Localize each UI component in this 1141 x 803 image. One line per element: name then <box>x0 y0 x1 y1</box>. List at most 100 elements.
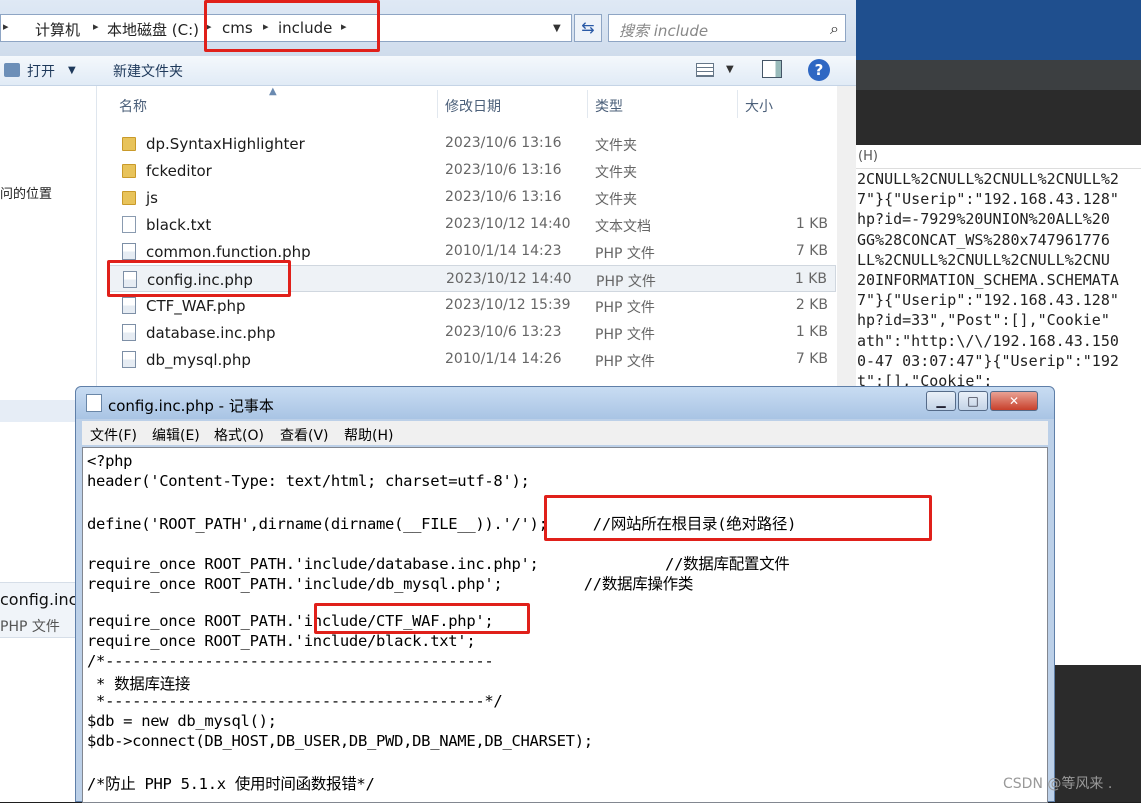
code-line: require_once ROOT_PATH.'include/database… <box>87 555 790 573</box>
file-size: 7 KB <box>795 351 828 367</box>
file-name: black.txt <box>146 216 212 234</box>
php-file-icon <box>122 351 136 368</box>
close-button[interactable]: ✕ <box>990 391 1038 411</box>
file-size: 2 KB <box>795 297 828 313</box>
file-name: db_mysql.php <box>146 351 251 369</box>
code-line: require_once ROOT_PATH.'include/db_mysql… <box>87 575 694 593</box>
file-explorer-window: ▸ 计算机 ▸ 本地磁盘 (C:) ▸ cms ▸ include ▸ ▼ ⇆ … <box>0 0 856 400</box>
column-header-type[interactable]: 类型 <box>595 96 623 116</box>
selected-file-name: config.inc <box>0 590 78 609</box>
command-bar: 打开 ▼ 新建文件夹 ▼ ? <box>0 56 856 86</box>
file-size: 1 KB <box>795 324 828 340</box>
php-file-icon <box>122 297 136 314</box>
sort-ascending-icon: ▲ <box>269 86 277 97</box>
folder-icon <box>122 164 136 178</box>
chevron-down-icon[interactable]: ▼ <box>553 23 561 34</box>
breadcrumb-computer[interactable]: 计算机 <box>35 19 80 40</box>
new-folder-button[interactable]: 新建文件夹 <box>113 61 183 81</box>
code-line: * 数据库连接 <box>87 675 191 693</box>
notepad-titlebar[interactable]: config.inc.php - 记事本 ▁ □ ✕ <box>76 387 1054 419</box>
file-row[interactable]: db_mysql.php 2010/1/14 14:26 PHP 文件 7 KB <box>108 346 836 373</box>
highlight-box-ctf-waf <box>314 603 530 634</box>
nav-item-recent-places[interactable]: 问的位置 <box>0 183 52 202</box>
highlight-box-config-file <box>107 260 291 297</box>
file-type: PHP 文件 <box>595 327 655 343</box>
details-pane: config.inc PHP 文件 <box>0 400 80 802</box>
background-titlebar <box>855 0 1141 60</box>
column-header-size[interactable]: 大小 <box>745 96 773 116</box>
column-header-date[interactable]: 修改日期 <box>445 96 501 116</box>
file-date: 2023/10/6 13:23 <box>445 324 562 340</box>
log-line: GG%28CONCAT_WS%280x747961776 <box>857 230 1110 249</box>
php-file-icon <box>122 324 136 341</box>
file-date: 2010/1/14 14:26 <box>445 351 562 367</box>
column-header-name[interactable]: 名称 <box>119 96 147 116</box>
file-row[interactable]: fckeditor 2023/10/6 13:16 文件夹 <box>108 157 836 184</box>
notepad-icon <box>86 394 102 412</box>
vertical-scrollbar[interactable] <box>837 86 856 400</box>
log-line: ath":"http:\/\/192.168.43.150 <box>857 331 1119 350</box>
php-file-icon <box>122 243 136 260</box>
preview-pane-icon[interactable] <box>762 60 782 78</box>
file-type: PHP 文件 <box>595 300 655 316</box>
code-line: *---------------------------------------… <box>87 692 503 710</box>
column-headers: ▲ 名称 修改日期 类型 大小 <box>97 86 837 120</box>
file-date: 2023/10/6 13:16 <box>445 162 562 178</box>
log-line: 0-47 03:07:47"}{"Userip":"192 <box>857 351 1119 370</box>
log-line: 2CNULL%2CNULL%2CNULL%2CNULL%2 <box>857 170 1119 188</box>
highlight-box-path <box>204 0 380 52</box>
file-date: 2023/10/12 15:39 <box>445 297 571 313</box>
log-line: hp?id=-7929%20UNION%20ALL%20 <box>857 210 1110 229</box>
open-icon <box>4 63 20 77</box>
search-input[interactable]: 搜索 include ⌕ <box>608 14 846 42</box>
folder-icon <box>122 137 136 151</box>
menu-bar: 文件(F) 编辑(E) 格式(O) 查看(V) 帮助(H) <box>82 421 1048 445</box>
file-row[interactable]: dp.SyntaxHighlighter 2023/10/6 13:16 文件夹 <box>108 130 836 157</box>
file-type: 文本文档 <box>595 219 651 235</box>
file-name: js <box>146 189 158 207</box>
menu-edit[interactable]: 编辑(E) <box>152 425 200 445</box>
refresh-icon: ⇆ <box>581 18 595 37</box>
text-file-icon <box>122 216 136 233</box>
search-icon[interactable]: ⌕ <box>830 19 839 39</box>
file-type: PHP 文件 <box>595 246 655 262</box>
chevron-right-icon: ▸ <box>3 20 9 33</box>
folder-icon <box>122 191 136 205</box>
selected-file-type: PHP 文件 <box>0 619 60 635</box>
log-panel-header: (H) <box>855 145 1141 169</box>
code-line: /*防止 PHP 5.1.x 使用时间函数报错*/ <box>87 775 375 793</box>
column-divider[interactable] <box>587 90 588 118</box>
log-line: 20INFORMATION_SCHEMA.SCHEMATA <box>857 270 1119 289</box>
search-placeholder: 搜索 include <box>619 22 709 40</box>
file-date: 2023/10/6 13:16 <box>445 189 562 205</box>
help-icon[interactable]: ? <box>808 59 830 81</box>
menu-help[interactable]: 帮助(H) <box>344 425 393 445</box>
file-type: 文件夹 <box>595 192 637 208</box>
breadcrumb-local-disk[interactable]: 本地磁盘 (C:) <box>107 19 199 40</box>
file-row[interactable]: database.inc.php 2023/10/6 13:23 PHP 文件 1 K… <box>108 319 836 346</box>
code-line: /*--------------------------------------… <box>87 652 494 670</box>
file-row[interactable]: black.txt 2023/10/12 14:40 文本文档 1 KB <box>108 211 836 238</box>
file-type: 文件夹 <box>595 165 637 181</box>
file-size: 1 KB <box>794 271 827 287</box>
menu-format[interactable]: 格式(O) <box>214 425 264 445</box>
file-row[interactable]: js 2023/10/6 13:16 文件夹 <box>108 184 836 211</box>
chevron-down-icon[interactable]: ▼ <box>68 65 76 76</box>
menu-view[interactable]: 查看(V) <box>280 425 329 445</box>
code-line: header('Content-Type: text/html; charset… <box>87 472 530 490</box>
file-name: common.function.php <box>146 243 311 261</box>
code-line: $db->connect(DB_HOST,DB_USER,DB_PWD,DB_N… <box>87 732 593 750</box>
refresh-button[interactable]: ⇆ <box>574 14 602 42</box>
open-button[interactable]: 打开 <box>27 61 55 81</box>
chevron-right-icon[interactable]: ▸ <box>93 20 99 33</box>
file-date: 2010/1/14 14:23 <box>445 243 562 259</box>
minimize-button[interactable]: ▁ <box>926 391 956 411</box>
chevron-down-icon[interactable]: ▼ <box>726 64 734 75</box>
view-options-icon[interactable] <box>696 63 714 77</box>
column-divider[interactable] <box>437 90 438 118</box>
column-divider[interactable] <box>737 90 738 118</box>
menu-file[interactable]: 文件(F) <box>90 425 137 445</box>
file-name: CTF_WAF.php <box>146 297 246 315</box>
maximize-button[interactable]: □ <box>958 391 988 411</box>
log-line: 7"}{"Userip":"192.168.43.128" <box>857 190 1119 209</box>
